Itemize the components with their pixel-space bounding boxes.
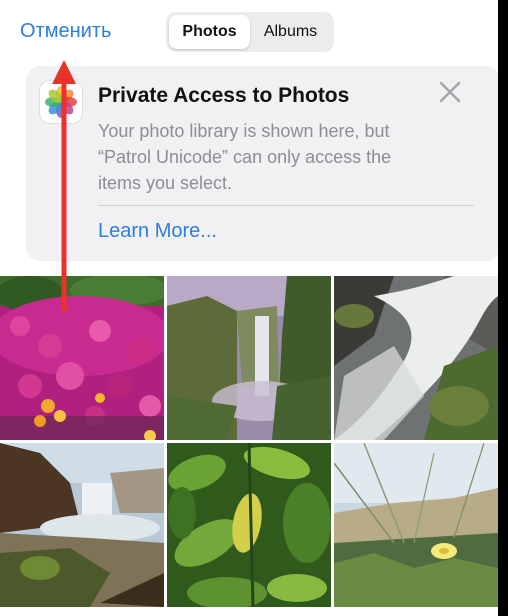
learn-more-link[interactable]: Learn More... <box>98 220 217 243</box>
close-icon[interactable] <box>436 78 464 106</box>
segmented-control: Photos Albums <box>166 12 334 52</box>
photo-tile-pink-flowers[interactable] <box>0 276 164 440</box>
photos-app-icon <box>40 81 82 123</box>
banner-title: Private Access to Photos <box>98 84 350 107</box>
photo-tile-waterfall-valley[interactable] <box>167 276 331 440</box>
cancel-button[interactable]: Отменить <box>20 20 111 43</box>
photo-picker-sheet: Отменить Photos Albums Private Access to… <box>0 0 498 616</box>
photo-tile-beach-grass[interactable] <box>334 443 498 607</box>
banner-divider <box>98 205 474 206</box>
private-access-banner: Private Access to Photos Your photo libr… <box>26 66 498 261</box>
photo-tile-waterfall-cliff[interactable] <box>0 443 164 607</box>
tab-photos[interactable]: Photos <box>169 15 250 49</box>
photo-tile-green-leaves[interactable] <box>167 443 331 607</box>
photo-tile-waterfall-rocks[interactable] <box>334 276 498 440</box>
banner-body-text: Your photo library is shown here, but “P… <box>98 121 392 193</box>
tab-albums[interactable]: Albums <box>250 15 331 49</box>
